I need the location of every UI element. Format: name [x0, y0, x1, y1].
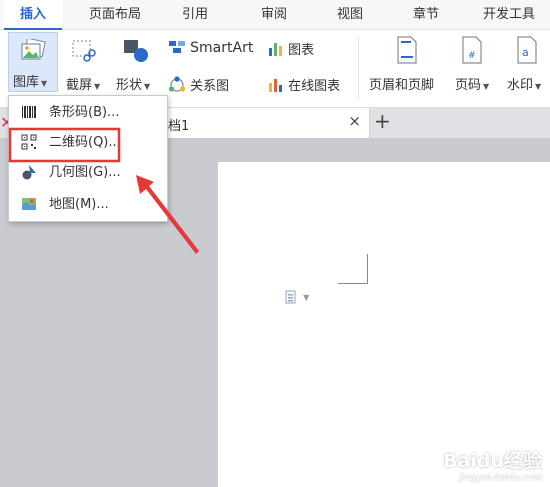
menu-item-map[interactable]: 地图(M)...: [9, 191, 167, 219]
menu-item-barcode[interactable]: 条形码(B)...: [9, 99, 167, 127]
watermark-brand: Baidu经验: [443, 450, 542, 472]
ribbon-tab-bar: 插入 页面布局 引用 审阅 视图 章节 开发工具: [0, 0, 550, 30]
map-icon: [22, 198, 36, 210]
gallery-label: 图库 ▼: [13, 75, 48, 90]
menu-item-qrcode[interactable]: 二维码(Q)...: [9, 129, 167, 157]
tab-developer-tools[interactable]: 开发工具: [470, 0, 548, 30]
shapes-button[interactable]: 形状 ▼: [116, 74, 150, 93]
tab-view[interactable]: 视图: [320, 0, 380, 30]
tab-review[interactable]: 审阅: [244, 0, 304, 30]
document-tab-title: 档1: [168, 119, 190, 134]
menu-item-label: 二维码(Q)...: [49, 135, 121, 150]
baidu-watermark: Baidu经验 jingyan.baidu.com: [443, 446, 542, 483]
menu-item-label: 条形码(B)...: [49, 105, 120, 120]
gallery-dropdown-menu: 条形码(B)... 二维码(Q)... 几何图(G)... 地图(M)...: [8, 95, 168, 222]
header-footer-icon: [397, 36, 417, 64]
tab-insert[interactable]: 插入: [4, 0, 62, 30]
geometry-icon: [22, 165, 36, 180]
tab-page-layout[interactable]: 页面布局: [76, 0, 154, 30]
margin-corner-mark: [338, 254, 368, 284]
scissors-icon: [72, 40, 96, 62]
chart-button[interactable]: 图表: [268, 39, 314, 58]
shapes-icon: [124, 40, 148, 62]
new-tab-button[interactable]: +: [374, 109, 391, 133]
relation-diagram-button[interactable]: 关系图: [168, 75, 229, 94]
chevron-down-icon: ▼: [303, 293, 310, 302]
barcode-icon: [22, 106, 36, 118]
svg-text:a: a: [522, 46, 529, 59]
page-number-button[interactable]: 页码 ▼: [455, 74, 489, 93]
screenshot-button[interactable]: 截屏 ▼: [66, 74, 100, 93]
gallery-button[interactable]: 图库 ▼: [8, 32, 58, 92]
header-footer-button[interactable]: 页眉和页脚: [369, 74, 434, 93]
document-tab[interactable]: 档1 ×: [160, 108, 370, 138]
watermark-button[interactable]: 水印 ▼: [507, 74, 541, 93]
close-tab-button[interactable]: ×: [348, 112, 361, 130]
menu-item-label: 几何图(G)...: [49, 165, 121, 180]
relation-icon: [168, 76, 186, 92]
menu-item-label: 地图(M)...: [49, 197, 109, 212]
online-chart-button[interactable]: 在线图表: [268, 75, 340, 94]
watermark-icon: a: [517, 36, 537, 64]
gallery-icon: [21, 39, 46, 60]
paste-options-icon[interactable]: ▼: [284, 289, 309, 308]
tab-references[interactable]: 引用: [164, 0, 226, 30]
tab-sections[interactable]: 章节: [396, 0, 456, 30]
svg-text:#: #: [468, 51, 476, 61]
online-chart-icon: [269, 79, 282, 92]
page-number-icon: #: [462, 36, 482, 64]
menu-item-geometry[interactable]: 几何图(G)...: [9, 159, 167, 187]
smartart-button[interactable]: SmartArt: [168, 39, 253, 56]
smartart-icon: [169, 41, 185, 53]
document-page[interactable]: ▼: [218, 162, 550, 487]
watermark-url: jingyan.baidu.com: [458, 473, 542, 483]
ribbon-separator: [358, 36, 359, 100]
qrcode-icon: [21, 134, 37, 150]
chart-icon: [269, 43, 282, 56]
